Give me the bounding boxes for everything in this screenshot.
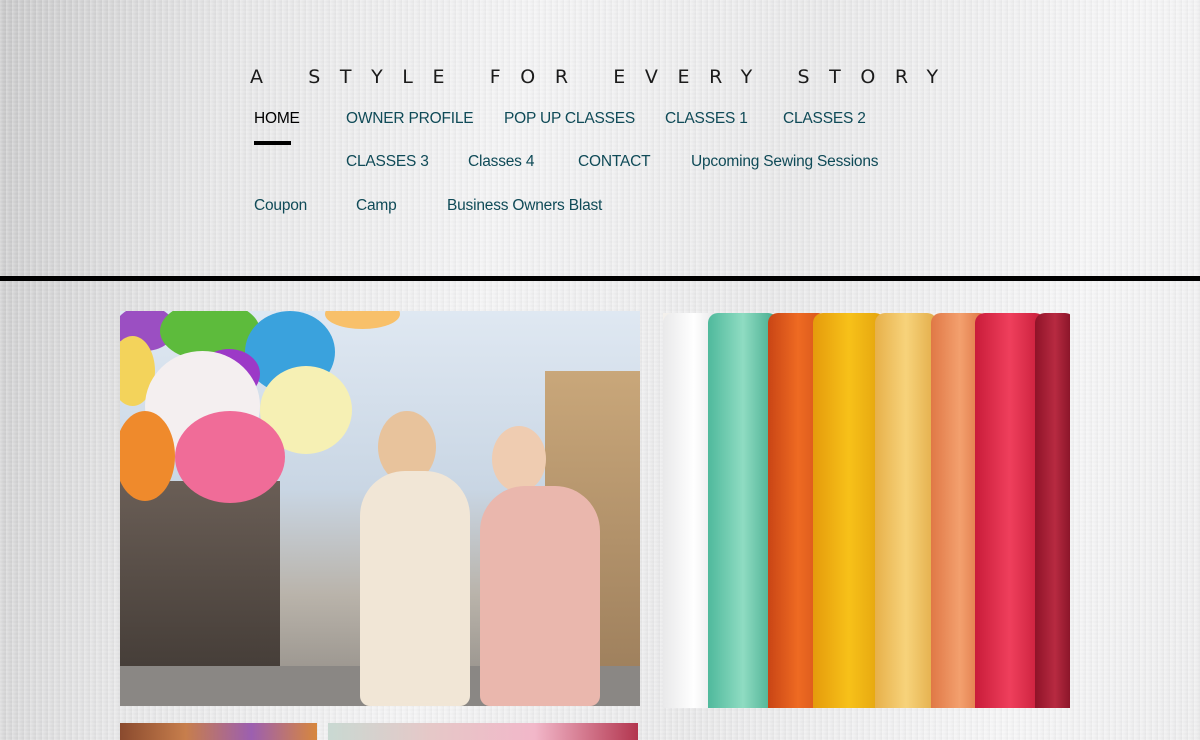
nav-item-classes-2[interactable]: CLASSES 2	[783, 110, 866, 128]
nav-item-camp[interactable]: Camp	[356, 197, 397, 215]
nav-active-underline	[254, 141, 291, 145]
nav-item-upcoming-sewing-sessions[interactable]: Upcoming Sewing Sessions	[691, 153, 879, 171]
site-tagline: A STYLE FOR EVERY STORY	[250, 66, 958, 88]
nav-item-pop-up-classes[interactable]: POP UP CLASSES	[504, 110, 635, 128]
scarves-photo	[663, 313, 1070, 708]
scarf-light-yellow	[875, 313, 937, 708]
balloon-pink	[175, 411, 285, 503]
nav-item-classes-3[interactable]: CLASSES 3	[346, 153, 429, 171]
photo-person-2-head	[492, 426, 546, 492]
nav-item-business-owners-blast[interactable]: Business Owners Blast	[447, 197, 602, 215]
balloon-peach	[325, 311, 400, 329]
header-divider	[0, 276, 1200, 281]
site-header: A STYLE FOR EVERY STORY HOME OWNER PROFI…	[0, 0, 1200, 276]
nav-item-home[interactable]: HOME	[254, 110, 300, 128]
photo-person-1	[360, 471, 470, 706]
nav-item-classes-4[interactable]: Classes 4	[468, 153, 534, 171]
thumbnail-photo-1	[120, 723, 317, 740]
nav-item-owner-profile[interactable]: OWNER PROFILE	[346, 110, 474, 128]
nav-item-classes-1[interactable]: CLASSES 1	[665, 110, 748, 128]
thumbnail-photo-2	[328, 723, 638, 740]
nav-item-coupon[interactable]: Coupon	[254, 197, 307, 215]
nav-item-contact[interactable]: CONTACT	[578, 153, 651, 171]
scarf-maroon	[1035, 313, 1070, 708]
balloons-photo	[120, 311, 640, 706]
photo-person-2	[480, 486, 600, 706]
